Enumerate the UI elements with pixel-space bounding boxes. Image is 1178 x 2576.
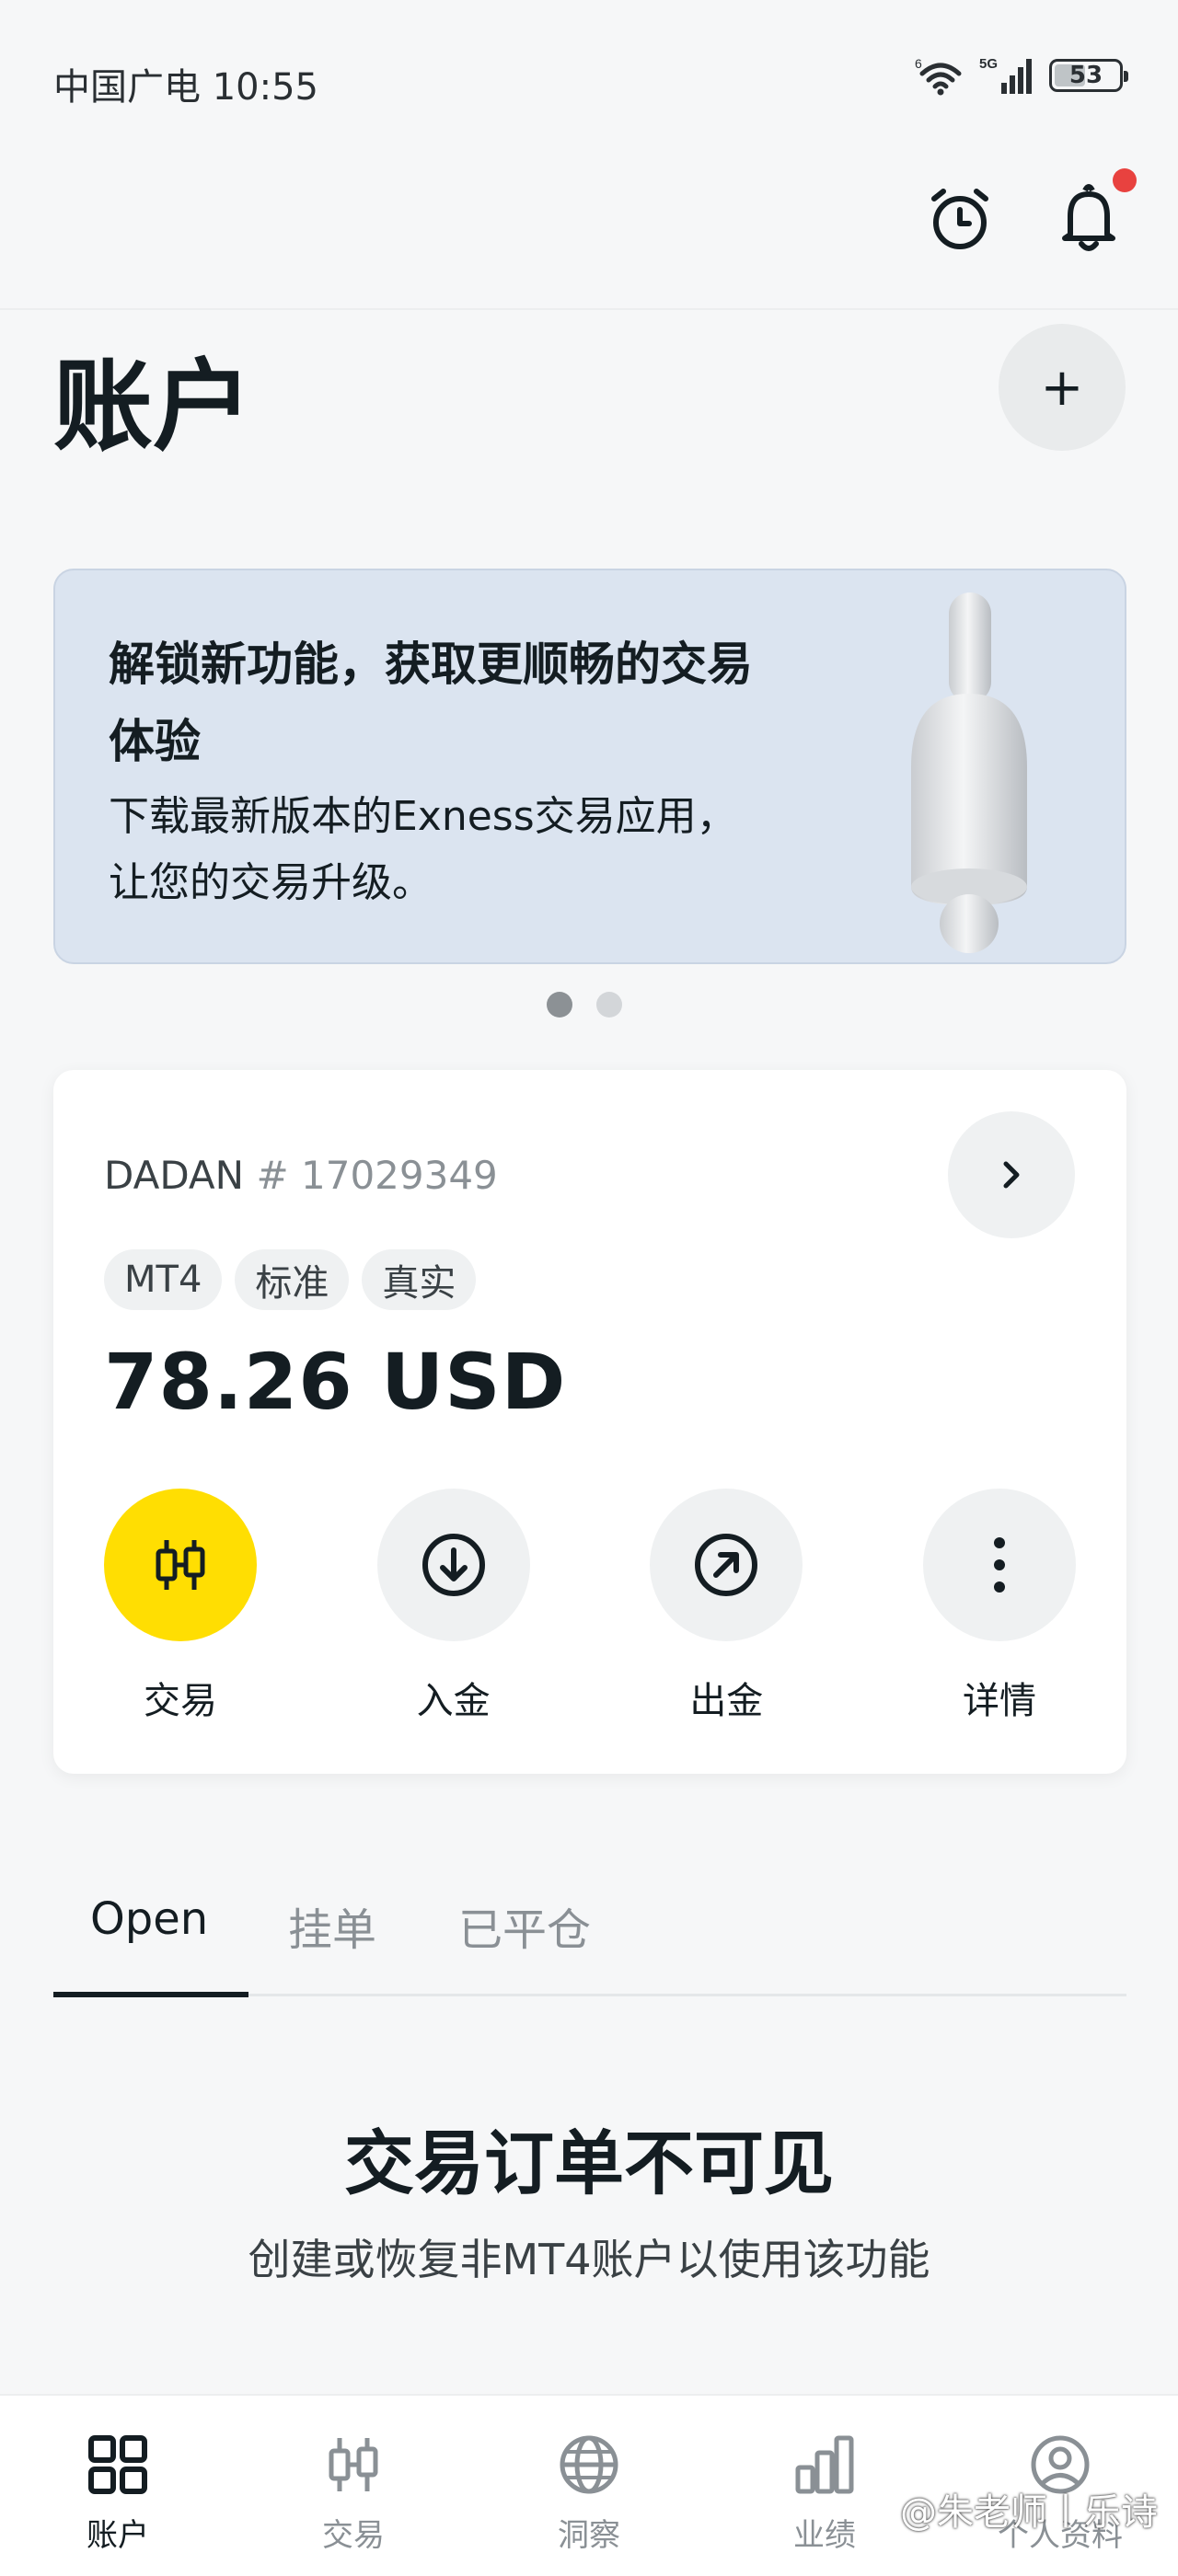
deposit-button[interactable] bbox=[376, 1489, 530, 1641]
bar-chart-icon bbox=[795, 2435, 854, 2494]
page-title: 账户 bbox=[53, 350, 253, 465]
nav-item-performance[interactable]: 业绩 bbox=[751, 2432, 898, 2555]
details-label: 详情 bbox=[962, 1680, 1036, 1722]
empty-state-title: 交易订单不可见 bbox=[344, 2122, 834, 2204]
tag-mode: 真实 bbox=[362, 1249, 477, 1310]
account-name: DADAN bbox=[104, 1153, 245, 1198]
details-action[interactable]: 详情 bbox=[922, 1489, 1076, 1724]
trade-action[interactable]: 交易 bbox=[104, 1489, 257, 1724]
empty-state-subtitle: 创建或恢复非MT4账户以使用该功能 bbox=[248, 2235, 930, 2284]
withdraw-action[interactable]: 出金 bbox=[650, 1489, 803, 1724]
trade-label: 交易 bbox=[144, 1680, 217, 1722]
details-button[interactable] bbox=[922, 1489, 1076, 1641]
add-account-button[interactable]: + bbox=[999, 324, 1126, 451]
account-open-button[interactable] bbox=[948, 1111, 1075, 1238]
nav-item-insights[interactable]: 洞察 bbox=[515, 2432, 663, 2555]
tab-closed[interactable]: 已平仓 bbox=[458, 1893, 591, 1958]
battery-icon: 53 bbox=[1049, 59, 1128, 92]
watermark: @朱老师丨乐诗 bbox=[900, 2491, 1158, 2534]
status-time: 中国广电 10:55 bbox=[53, 66, 318, 109]
alarm-icon[interactable] bbox=[925, 184, 995, 258]
banner-pagination bbox=[547, 992, 622, 1018]
status-icons: 6 5G 53 bbox=[915, 55, 1128, 96]
candlestick-icon bbox=[156, 1540, 205, 1590]
orders-tabs: Open 挂单 已平仓 bbox=[53, 1886, 1126, 1997]
tag-account-type: 标准 bbox=[235, 1249, 350, 1310]
wifi-icon: 6 bbox=[915, 56, 962, 96]
pagination-dot[interactable] bbox=[596, 992, 622, 1018]
bell-illustration-icon bbox=[911, 592, 1027, 953]
arrow-up-right-circle-icon bbox=[695, 1534, 758, 1596]
globe-icon bbox=[560, 2435, 618, 2494]
account-tags: MT4 标准 真实 bbox=[104, 1249, 477, 1310]
nav-label-account: 账户 bbox=[87, 2517, 149, 2554]
signal-label: 5G bbox=[979, 56, 998, 72]
tab-open[interactable]: Open bbox=[90, 1893, 208, 1945]
candlestick-icon bbox=[329, 2438, 378, 2491]
wifi-label: 6 bbox=[915, 56, 922, 71]
battery-level: 53 bbox=[1068, 62, 1103, 89]
pagination-dot-active[interactable] bbox=[547, 992, 572, 1018]
account-number: # 17029349 bbox=[256, 1153, 498, 1198]
plus-icon: + bbox=[1040, 357, 1084, 418]
cell-signal-icon: 5G bbox=[979, 56, 1032, 94]
nav-item-trade[interactable]: 交易 bbox=[280, 2432, 427, 2555]
withdraw-button[interactable] bbox=[650, 1489, 803, 1641]
banner-text: 下载最新版本的Exness交易应用，让您的交易升级。 bbox=[109, 793, 737, 906]
nav-label-insights: 洞察 bbox=[558, 2517, 620, 2554]
arrow-down-circle-icon bbox=[422, 1534, 485, 1596]
trade-button[interactable] bbox=[104, 1489, 257, 1641]
account-balance: 78.26 USD bbox=[104, 1337, 567, 1427]
account-card: DADAN # 17029349 MT4 标准 真实 78.26 USD 交易 bbox=[53, 1070, 1126, 1774]
nav-item-account[interactable]: 账户 bbox=[44, 2432, 191, 2555]
grid-icon bbox=[88, 2435, 147, 2494]
tab-active-indicator bbox=[53, 1992, 248, 1997]
tab-pending[interactable]: 挂单 bbox=[288, 1893, 376, 1958]
notification-bell-icon[interactable] bbox=[1052, 168, 1137, 260]
nav-label-trade: 交易 bbox=[322, 2517, 385, 2554]
tag-platform: MT4 bbox=[104, 1249, 223, 1310]
nav-label-performance: 业绩 bbox=[793, 2517, 856, 2554]
deposit-action[interactable]: 入金 bbox=[376, 1489, 530, 1724]
header-divider bbox=[0, 308, 1178, 310]
banner-title: 解锁新功能，获取更顺畅的交易体验 bbox=[109, 638, 753, 768]
promo-banner[interactable]: 解锁新功能，获取更顺畅的交易体验 下载最新版本的Exness交易应用，让您的交易… bbox=[53, 569, 1126, 964]
account-actions: 交易 入金 出金 详情 bbox=[104, 1489, 1076, 1724]
account-id-line: DADAN # 17029349 bbox=[104, 1153, 498, 1198]
deposit-label: 入金 bbox=[416, 1680, 491, 1722]
more-vertical-icon bbox=[993, 1537, 1005, 1593]
chevron-right-icon bbox=[1003, 1161, 1020, 1189]
withdraw-label: 出金 bbox=[689, 1680, 764, 1722]
notification-dot bbox=[1113, 168, 1137, 192]
